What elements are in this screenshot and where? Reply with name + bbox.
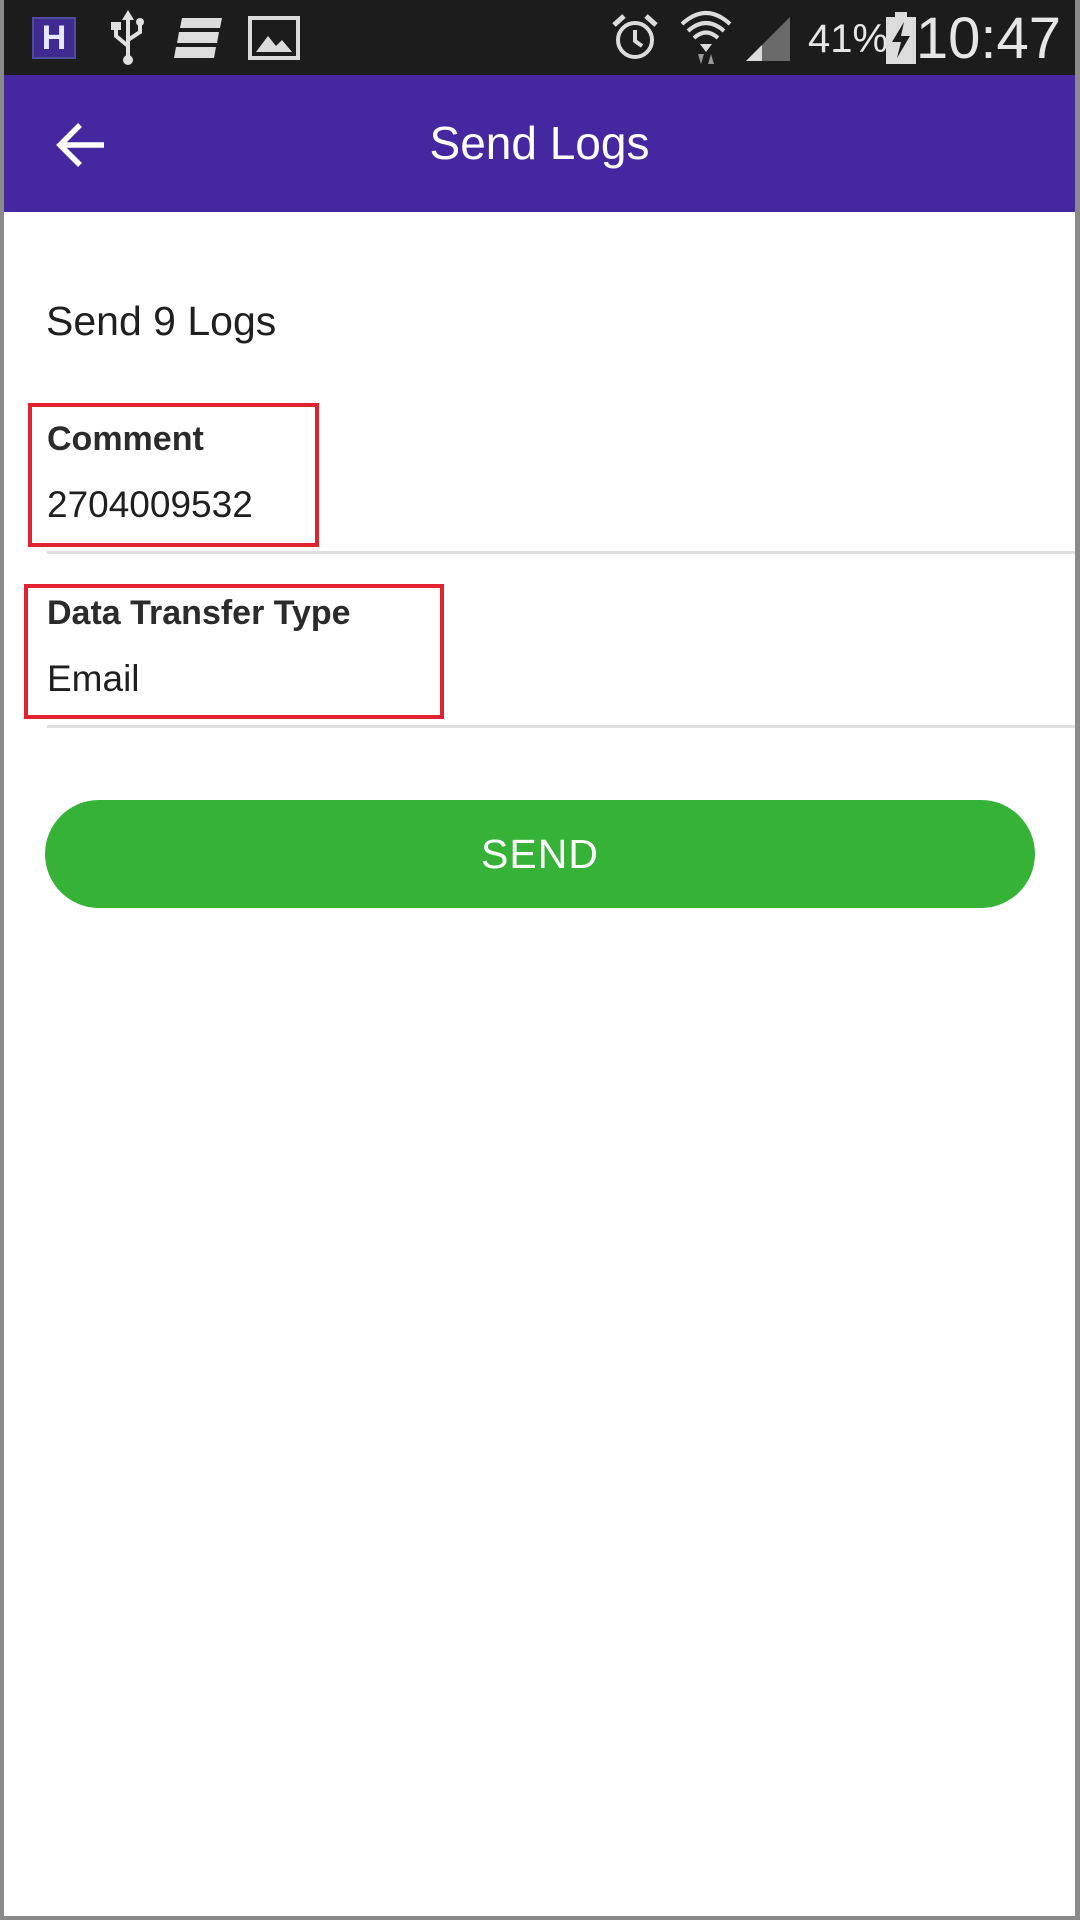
- usb-icon: [108, 0, 148, 75]
- screen: H 41% 10:47 Send Logs Send 9 Logs Commen…: [4, 0, 1075, 1916]
- comment-highlight-box: [28, 403, 319, 547]
- gallery-icon: [248, 0, 300, 75]
- h-app-icon: H: [32, 17, 76, 59]
- status-bar: H 41% 10:47: [4, 0, 1075, 75]
- section-title: Send 9 Logs: [46, 298, 277, 344]
- app-bar: Send Logs: [4, 75, 1075, 212]
- data-transfer-type-underline: [47, 725, 1075, 728]
- clock: 10:47: [915, 6, 1061, 71]
- comment-underline: [47, 551, 1075, 554]
- data-transfer-type-highlight-box: [24, 584, 444, 719]
- signal-icon: [742, 0, 792, 75]
- battery-percent: 41%: [808, 17, 889, 61]
- send-button[interactable]: SEND: [45, 800, 1035, 908]
- alarm-icon: [610, 0, 660, 75]
- wifi-icon: [678, 0, 734, 75]
- battery-charging-icon: [884, 0, 918, 75]
- page-title: Send Logs: [429, 117, 650, 169]
- storage-icon: [174, 0, 224, 75]
